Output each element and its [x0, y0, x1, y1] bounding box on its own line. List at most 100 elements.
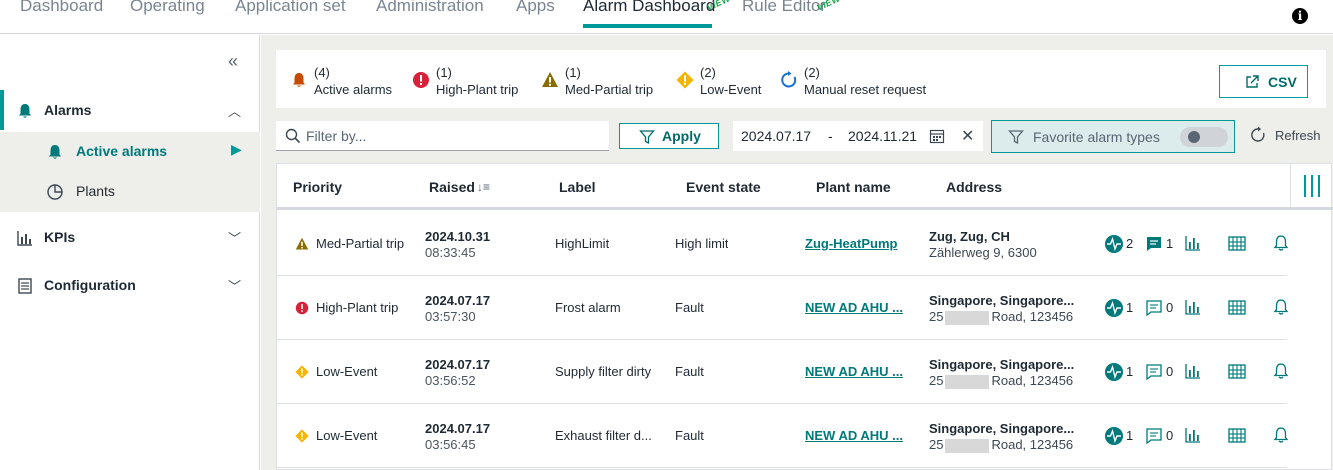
trend-count: 1 — [1126, 364, 1134, 379]
chart-icon[interactable] — [1184, 426, 1202, 444]
tab-rule-editor[interactable]: Rule Editor — [742, 0, 826, 16]
bell-outline-icon[interactable] — [1272, 362, 1290, 380]
bell-outline-icon[interactable] — [1272, 234, 1290, 252]
address-line-2: 25 Road, 123456 — [929, 309, 1073, 325]
tab-administration[interactable]: Administration — [376, 0, 484, 16]
address-line-2: 25 Road, 123456 — [929, 437, 1073, 453]
chevron-up-icon[interactable]: ︿ — [228, 101, 241, 120]
event-state: Fault — [675, 364, 704, 379]
settings-list-icon — [18, 278, 32, 294]
priority-label: Low-Event — [316, 428, 378, 443]
trend-count: 1 — [1126, 428, 1134, 443]
column-settings-icon[interactable] — [1290, 164, 1332, 207]
header-event-state[interactable]: Event state — [686, 179, 761, 195]
medium-priority-icon — [542, 72, 558, 87]
chevron-down-icon[interactable]: ﹀ — [228, 228, 241, 247]
comment-count: 0 — [1166, 364, 1174, 379]
address-line-1: Singapore, Singapore... — [929, 357, 1075, 372]
plant-link[interactable]: Zug-HeatPump — [805, 236, 913, 251]
building-icon[interactable] — [1227, 298, 1247, 316]
csv-export-button[interactable]: CSV — [1219, 65, 1308, 98]
preview-tag: VIEW — [815, 0, 842, 13]
sidebar-subitem-label: Plants — [76, 183, 115, 199]
filter-field[interactable] — [276, 121, 609, 151]
event-state: Fault — [675, 300, 704, 315]
bell-outline-icon[interactable] — [1272, 426, 1290, 444]
info-icon[interactable]: i — [1292, 8, 1308, 24]
comment-icon[interactable] — [1145, 363, 1163, 381]
address-street: Road, 123456 — [991, 309, 1074, 324]
tab-apps[interactable]: Apps — [516, 0, 555, 16]
comment-icon[interactable] — [1145, 427, 1163, 445]
plant-link[interactable]: NEW AD AHU ... — [805, 364, 913, 379]
trend-icon[interactable] — [1104, 426, 1124, 446]
favorite-label: Favorite alarm types — [1033, 129, 1160, 145]
trend-icon[interactable] — [1104, 298, 1124, 318]
building-icon[interactable] — [1227, 234, 1247, 252]
building-icon[interactable] — [1227, 362, 1247, 380]
address-number: 25 — [929, 437, 944, 452]
active-indicator — [0, 90, 4, 130]
priority-label: Med-Partial trip — [316, 236, 405, 251]
calendar-icon[interactable] — [929, 128, 945, 144]
sidebar-item-active-alarms[interactable]: Active alarms ▶ — [0, 132, 260, 172]
main-content: (4) Active alarms (1) High-Plant trip (1… — [261, 35, 1333, 470]
alarm-summary: (4) Active alarms (1) High-Plant trip (1… — [276, 50, 1326, 108]
date-to[interactable]: 2024.11.21 — [848, 128, 917, 144]
toggle-knob — [1188, 131, 1200, 143]
stat-label: Manual reset request — [804, 82, 927, 97]
comment-icon[interactable] — [1145, 299, 1163, 317]
header-raised[interactable]: Raised — [429, 179, 475, 195]
table-row[interactable]: High-Plant trip 2024.07.17 03:57:30 Fros… — [277, 276, 1290, 340]
sort-desc-icon[interactable]: ↓≡ — [477, 180, 490, 194]
top-navigation: Dashboard Operating Application set Admi… — [0, 0, 1333, 34]
chevron-down-icon[interactable]: ﹀ — [228, 276, 241, 295]
comment-icon[interactable] — [1145, 235, 1163, 253]
filter-icon — [1008, 130, 1024, 145]
address-line-1: Singapore, Singapore... — [929, 293, 1075, 308]
bell-outline-icon[interactable] — [1272, 298, 1290, 316]
trend-icon[interactable] — [1104, 362, 1124, 382]
table-row[interactable]: Low-Event 2024.07.17 03:56:52 Supply fil… — [277, 340, 1290, 404]
collapse-sidebar-icon[interactable]: « — [228, 51, 238, 72]
medium-priority-icon — [295, 237, 309, 250]
tab-operating[interactable]: Operating — [130, 0, 205, 16]
trend-count: 1 — [1126, 300, 1134, 315]
sidebar-item-plants[interactable]: Plants — [0, 172, 260, 212]
refresh-icon — [1251, 126, 1265, 142]
table-row[interactable]: Low-Event 2024.07.17 03:56:45 Exhaust fi… — [277, 404, 1290, 468]
sidebar-item-configuration[interactable]: Configuration ﹀ — [0, 265, 260, 307]
chart-icon[interactable] — [1184, 362, 1202, 380]
tab-application-set[interactable]: Application set — [235, 0, 346, 16]
plant-link[interactable]: NEW AD AHU ... — [805, 428, 913, 443]
chart-icon[interactable] — [1184, 298, 1202, 316]
table-row[interactable]: Med-Partial trip 2024.10.31 08:33:45 Hig… — [277, 212, 1290, 276]
header-address[interactable]: Address — [946, 179, 1002, 195]
address-number: 25 — [929, 373, 944, 388]
filter-input[interactable] — [306, 126, 596, 146]
building-icon[interactable] — [1227, 426, 1247, 444]
trend-icon[interactable] — [1104, 234, 1124, 254]
sidebar-item-kpis[interactable]: KPIs ﹀ — [0, 217, 260, 259]
header-priority[interactable]: Priority — [293, 179, 342, 195]
table-header: Priority Raised ↓≡ Label Event state Pla… — [277, 164, 1333, 210]
header-plant-name[interactable]: Plant name — [816, 179, 891, 195]
apply-button[interactable]: Apply — [619, 123, 719, 149]
priority-label: High-Plant trip — [316, 300, 399, 315]
address-street: Road, 123456 — [991, 373, 1074, 388]
favorite-alarm-types-button[interactable]: Favorite alarm types — [991, 120, 1235, 153]
address-line-1: Zug, Zug, CH — [929, 229, 1010, 244]
tab-dashboard[interactable]: Dashboard — [20, 0, 103, 16]
date-from[interactable]: 2024.07.17 — [741, 128, 811, 144]
favorite-toggle[interactable] — [1180, 127, 1228, 147]
raised-time: 08:33:45 — [425, 245, 476, 260]
plant-link[interactable]: NEW AD AHU ... — [805, 300, 913, 315]
sidebar-item-label: Configuration — [44, 277, 136, 293]
tab-alarm-dashboard[interactable]: Alarm Dashboard — [583, 0, 715, 16]
header-label[interactable]: Label — [559, 179, 596, 195]
chart-icon[interactable] — [1184, 234, 1202, 252]
clear-date-icon[interactable]: ✕ — [961, 126, 974, 146]
sidebar-item-alarms[interactable]: Alarms ︿ — [0, 90, 260, 132]
date-range-picker[interactable]: 2024.07.17 - 2024.11.21 ✕ — [733, 121, 983, 151]
high-priority-icon — [413, 72, 429, 88]
